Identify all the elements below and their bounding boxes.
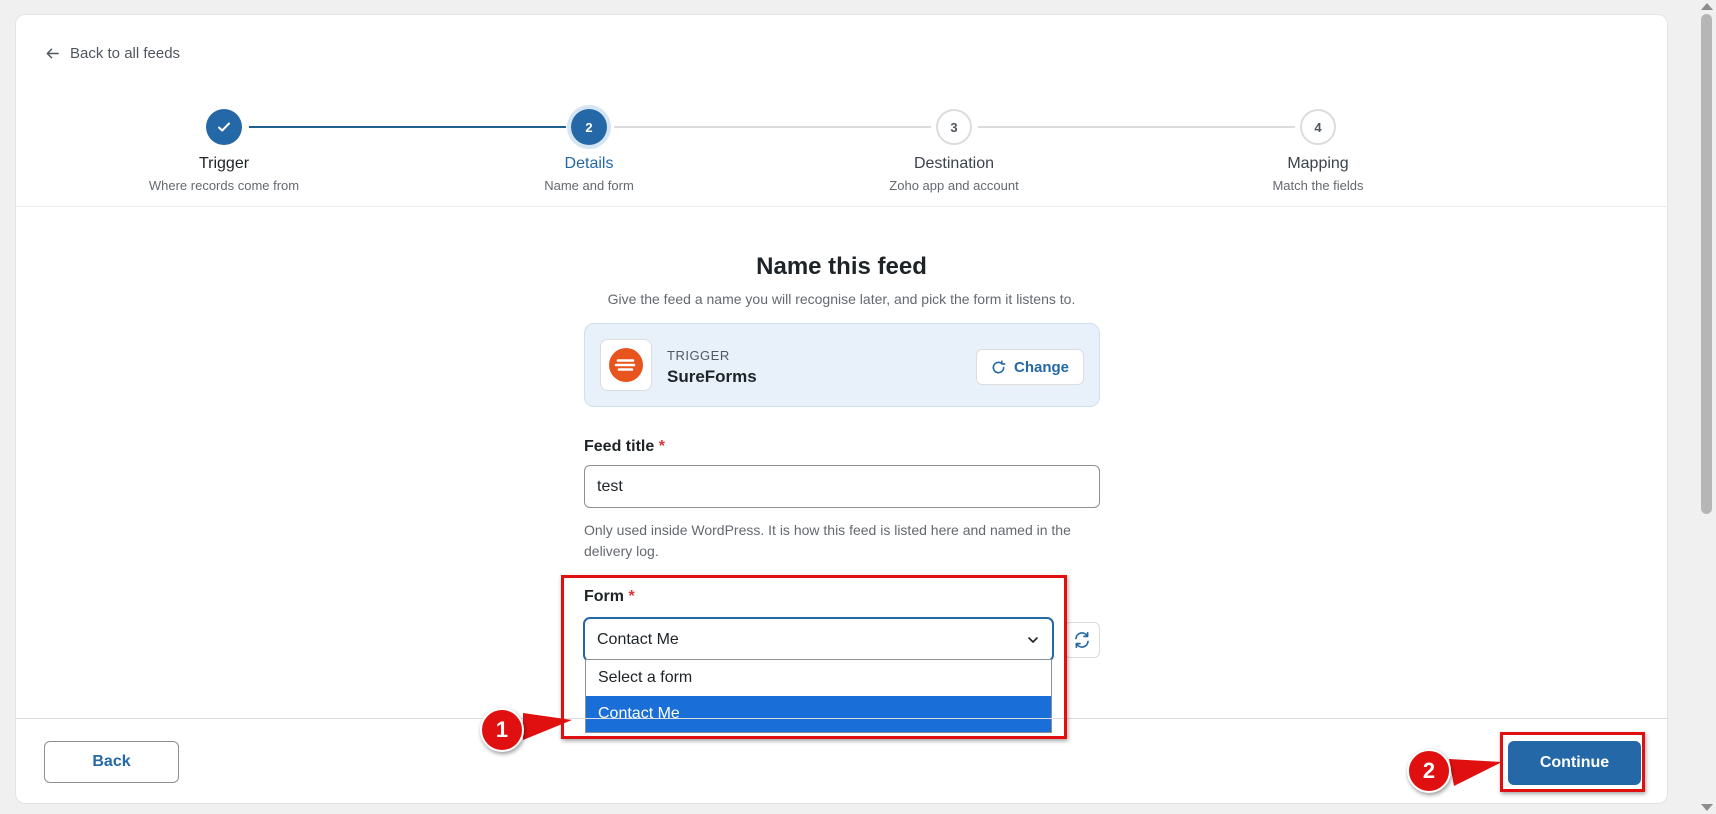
sureforms-logo-icon xyxy=(609,348,643,382)
step-subtitle: Where records come from xyxy=(148,178,300,193)
form-label-text: Form xyxy=(584,588,624,605)
form-option-select-a-form[interactable]: Select a form xyxy=(586,660,1051,696)
step-destination[interactable]: 3 Destination Zoho app and account xyxy=(844,109,1064,193)
check-icon xyxy=(218,122,230,132)
step-subtitle: Zoho app and account xyxy=(889,178,1019,193)
feed-title-input[interactable]: test xyxy=(584,465,1100,508)
step-mapping[interactable]: 4 Mapping Match the fields xyxy=(1208,109,1428,193)
scroll-up-arrow[interactable] xyxy=(1701,3,1713,10)
feed-title-help: Only used inside WordPress. It is how th… xyxy=(584,522,1071,559)
page-scrollbar[interactable] xyxy=(1696,0,1716,814)
arrow-left-icon xyxy=(46,48,59,59)
step-number-circle: 4 xyxy=(1300,109,1336,145)
trigger-kicker: TRIGGER xyxy=(667,348,730,363)
form-select-value: Contact Me xyxy=(597,630,679,648)
feed-title-label: Feed title * xyxy=(584,438,665,456)
trigger-summary-card: TRIGGER SureForms Change xyxy=(584,323,1100,407)
refresh-icon xyxy=(1075,631,1089,649)
form-select[interactable]: Contact Me xyxy=(584,618,1053,661)
annotation-marker-1: 1 xyxy=(480,708,524,752)
step-trigger[interactable]: Trigger Where records come from xyxy=(114,109,334,193)
step-title: Details xyxy=(564,155,614,172)
required-marker: * xyxy=(628,588,635,605)
form-select-dropdown: Select a form Contact Me xyxy=(585,659,1052,733)
form-label: Form * xyxy=(584,588,635,606)
change-trigger-button[interactable]: Change xyxy=(975,349,1084,385)
step-complete-circle xyxy=(206,109,242,145)
refresh-icon xyxy=(992,359,1006,373)
chevron-down-icon xyxy=(1028,636,1038,643)
step-subtitle: Match the fields xyxy=(1272,178,1364,193)
step-title: Mapping xyxy=(1287,155,1349,172)
trigger-name: SureForms xyxy=(667,367,757,386)
step-subtitle: Name and form xyxy=(544,178,634,193)
step-title: Trigger xyxy=(198,155,250,172)
feed-wizard-card: Back to all feeds Trigger Where records … xyxy=(15,14,1668,804)
wizard-stepper: Trigger Where records come from 2 Detail… xyxy=(16,95,1667,205)
header-divider xyxy=(16,206,1667,207)
required-marker: * xyxy=(658,438,665,455)
feed-title-value: test xyxy=(597,477,623,495)
step-number-circle: 2 xyxy=(571,109,607,145)
form-option-contact-me[interactable]: Contact Me xyxy=(586,696,1051,732)
back-to-feeds-link[interactable]: Back to all feeds xyxy=(45,45,180,62)
feed-title-label-text: Feed title xyxy=(584,438,655,455)
step-number-circle: 3 xyxy=(936,109,972,145)
back-to-feeds-label: Back to all feeds xyxy=(70,45,181,62)
page-subtitle: Give the feed a name you will recognise … xyxy=(607,291,1076,307)
footer-divider xyxy=(16,718,1667,719)
step-details[interactable]: 2 Details Name and form xyxy=(479,109,699,193)
refresh-forms-button[interactable] xyxy=(1064,622,1100,658)
step-title: Destination xyxy=(913,155,995,172)
scroll-down-arrow[interactable] xyxy=(1701,804,1713,811)
sureforms-logo xyxy=(600,339,652,391)
page-title: Name this feed xyxy=(756,253,927,280)
continue-button[interactable]: Continue xyxy=(1508,741,1641,785)
scroll-thumb[interactable] xyxy=(1701,14,1712,514)
change-trigger-label: Change xyxy=(1013,358,1069,376)
back-button[interactable]: Back xyxy=(44,741,179,783)
annotation-marker-2: 2 xyxy=(1407,749,1451,793)
